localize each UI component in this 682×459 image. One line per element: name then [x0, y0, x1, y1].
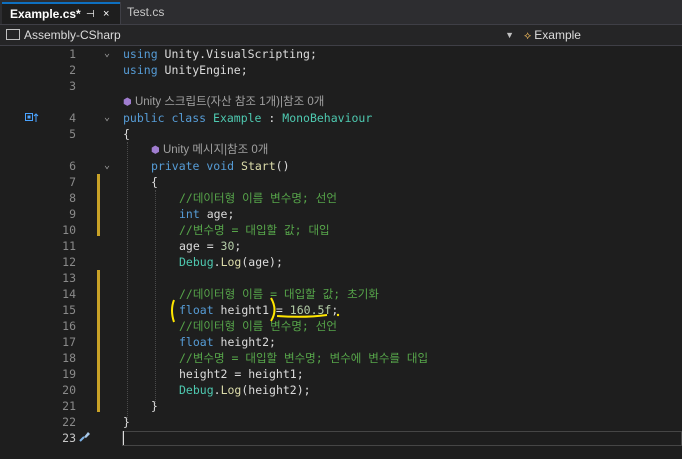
line-number: 5 [69, 127, 76, 141]
collapse-icon[interactable]: ⌄ [104, 158, 110, 174]
line-number: 17 [62, 335, 76, 349]
code-line[interactable]: float height2; [179, 334, 276, 350]
code-line[interactable]: using Unity.VisualScripting; [123, 46, 317, 62]
class-icon: ⟡ [524, 30, 532, 42]
pin-icon[interactable]: ⊣ [86, 5, 95, 25]
codelens-text: Unity 스크립트(자산 참조 1개)|참조 0개 [134, 96, 325, 108]
line-number: 10 [62, 223, 76, 237]
indent-guide [155, 190, 156, 404]
close-icon[interactable]: × [103, 4, 109, 24]
unity-icon: ⬢ [123, 97, 132, 108]
change-marker [97, 174, 100, 236]
change-marker [97, 270, 100, 412]
project-icon [6, 29, 20, 41]
code-line[interactable]: Debug.Log(age); [179, 254, 283, 270]
current-line-highlight [122, 431, 682, 446]
code-line[interactable]: { [123, 126, 130, 142]
code-line[interactable]: } [151, 398, 158, 414]
line-number: 6 [69, 159, 76, 173]
code-line[interactable]: { [151, 174, 158, 190]
highlight-annotation [171, 297, 340, 323]
navigation-bar: Assembly-CSharp ▼ ⟡ Example [0, 24, 682, 46]
tab-bar: Example.cs* ⊣ × Test.cs [0, 0, 682, 24]
codelens-method[interactable]: ⬢ Unity 메시지|참조 0개 [151, 142, 268, 159]
line-number: 4 [69, 111, 76, 125]
code-line[interactable]: } [123, 414, 130, 430]
project-dropdown[interactable]: Assembly-CSharp ▼ [6, 27, 514, 44]
tab-label: Example.cs* [10, 7, 81, 21]
collapse-icon[interactable]: ⌄ [104, 46, 110, 62]
tab-example-cs[interactable]: Example.cs* ⊣ × [2, 2, 120, 24]
line-number: 8 [69, 191, 76, 205]
class-name: Example [534, 28, 581, 42]
code-line[interactable]: //변수명 = 대입할 변수명; 변수에 변수를 대입 [179, 350, 428, 366]
line-number: 13 [62, 271, 76, 285]
unity-icon: ⬢ [151, 145, 160, 156]
reference-indicator-icon[interactable] [25, 113, 39, 126]
line-number: 2 [69, 63, 76, 77]
code-line[interactable]: //데이터형 이름 변수명; 선언 [179, 190, 337, 206]
tab-test-cs[interactable]: Test.cs [120, 2, 204, 24]
codelens-text: Unity 메시지|참조 0개 [162, 144, 269, 156]
line-number: 1 [69, 47, 76, 61]
line-number: 12 [62, 255, 76, 269]
line-number: 23 [62, 431, 76, 445]
class-dropdown[interactable]: ⟡ Example [524, 27, 682, 44]
code-line[interactable]: //변수명 = 대입할 값; 대입 [179, 222, 330, 238]
line-number: 21 [62, 399, 76, 413]
quick-actions-icon[interactable] [78, 428, 92, 447]
code-line[interactable]: Debug.Log(height2); [179, 382, 311, 398]
line-number: 22 [62, 415, 76, 429]
line-number: 20 [62, 383, 76, 397]
tab-label: Test.cs [127, 5, 165, 19]
text-caret [123, 431, 124, 445]
project-name: Assembly-CSharp [24, 28, 121, 42]
codelens-class[interactable]: ⬢ Unity 스크립트(자산 참조 1개)|참조 0개 [123, 94, 324, 111]
line-number: 7 [69, 175, 76, 189]
code-editor[interactable]: ⌄ ⌄ ⌄ 1 2 3 4 5 6 7 8 9 10 11 12 13 14 1… [0, 46, 682, 459]
code-line[interactable]: public class Example : MonoBehaviour [123, 110, 372, 126]
code-line[interactable]: int age; [179, 206, 234, 222]
line-number: 14 [62, 287, 76, 301]
line-number: 3 [69, 79, 76, 93]
line-number: 19 [62, 367, 76, 381]
line-number: 9 [69, 207, 76, 221]
code-line[interactable]: age = 30; [179, 238, 241, 254]
code-line[interactable]: private void Start() [151, 158, 290, 174]
line-number: 16 [62, 319, 76, 333]
code-line[interactable]: height2 = height1; [179, 366, 304, 382]
collapse-icon[interactable]: ⌄ [104, 110, 110, 126]
line-number: 15 [62, 303, 76, 317]
indent-guide [127, 142, 128, 420]
line-number: 18 [62, 351, 76, 365]
code-line[interactable]: using UnityEngine; [123, 62, 248, 78]
line-number: 11 [62, 239, 76, 253]
chevron-down-icon: ▼ [505, 30, 514, 40]
